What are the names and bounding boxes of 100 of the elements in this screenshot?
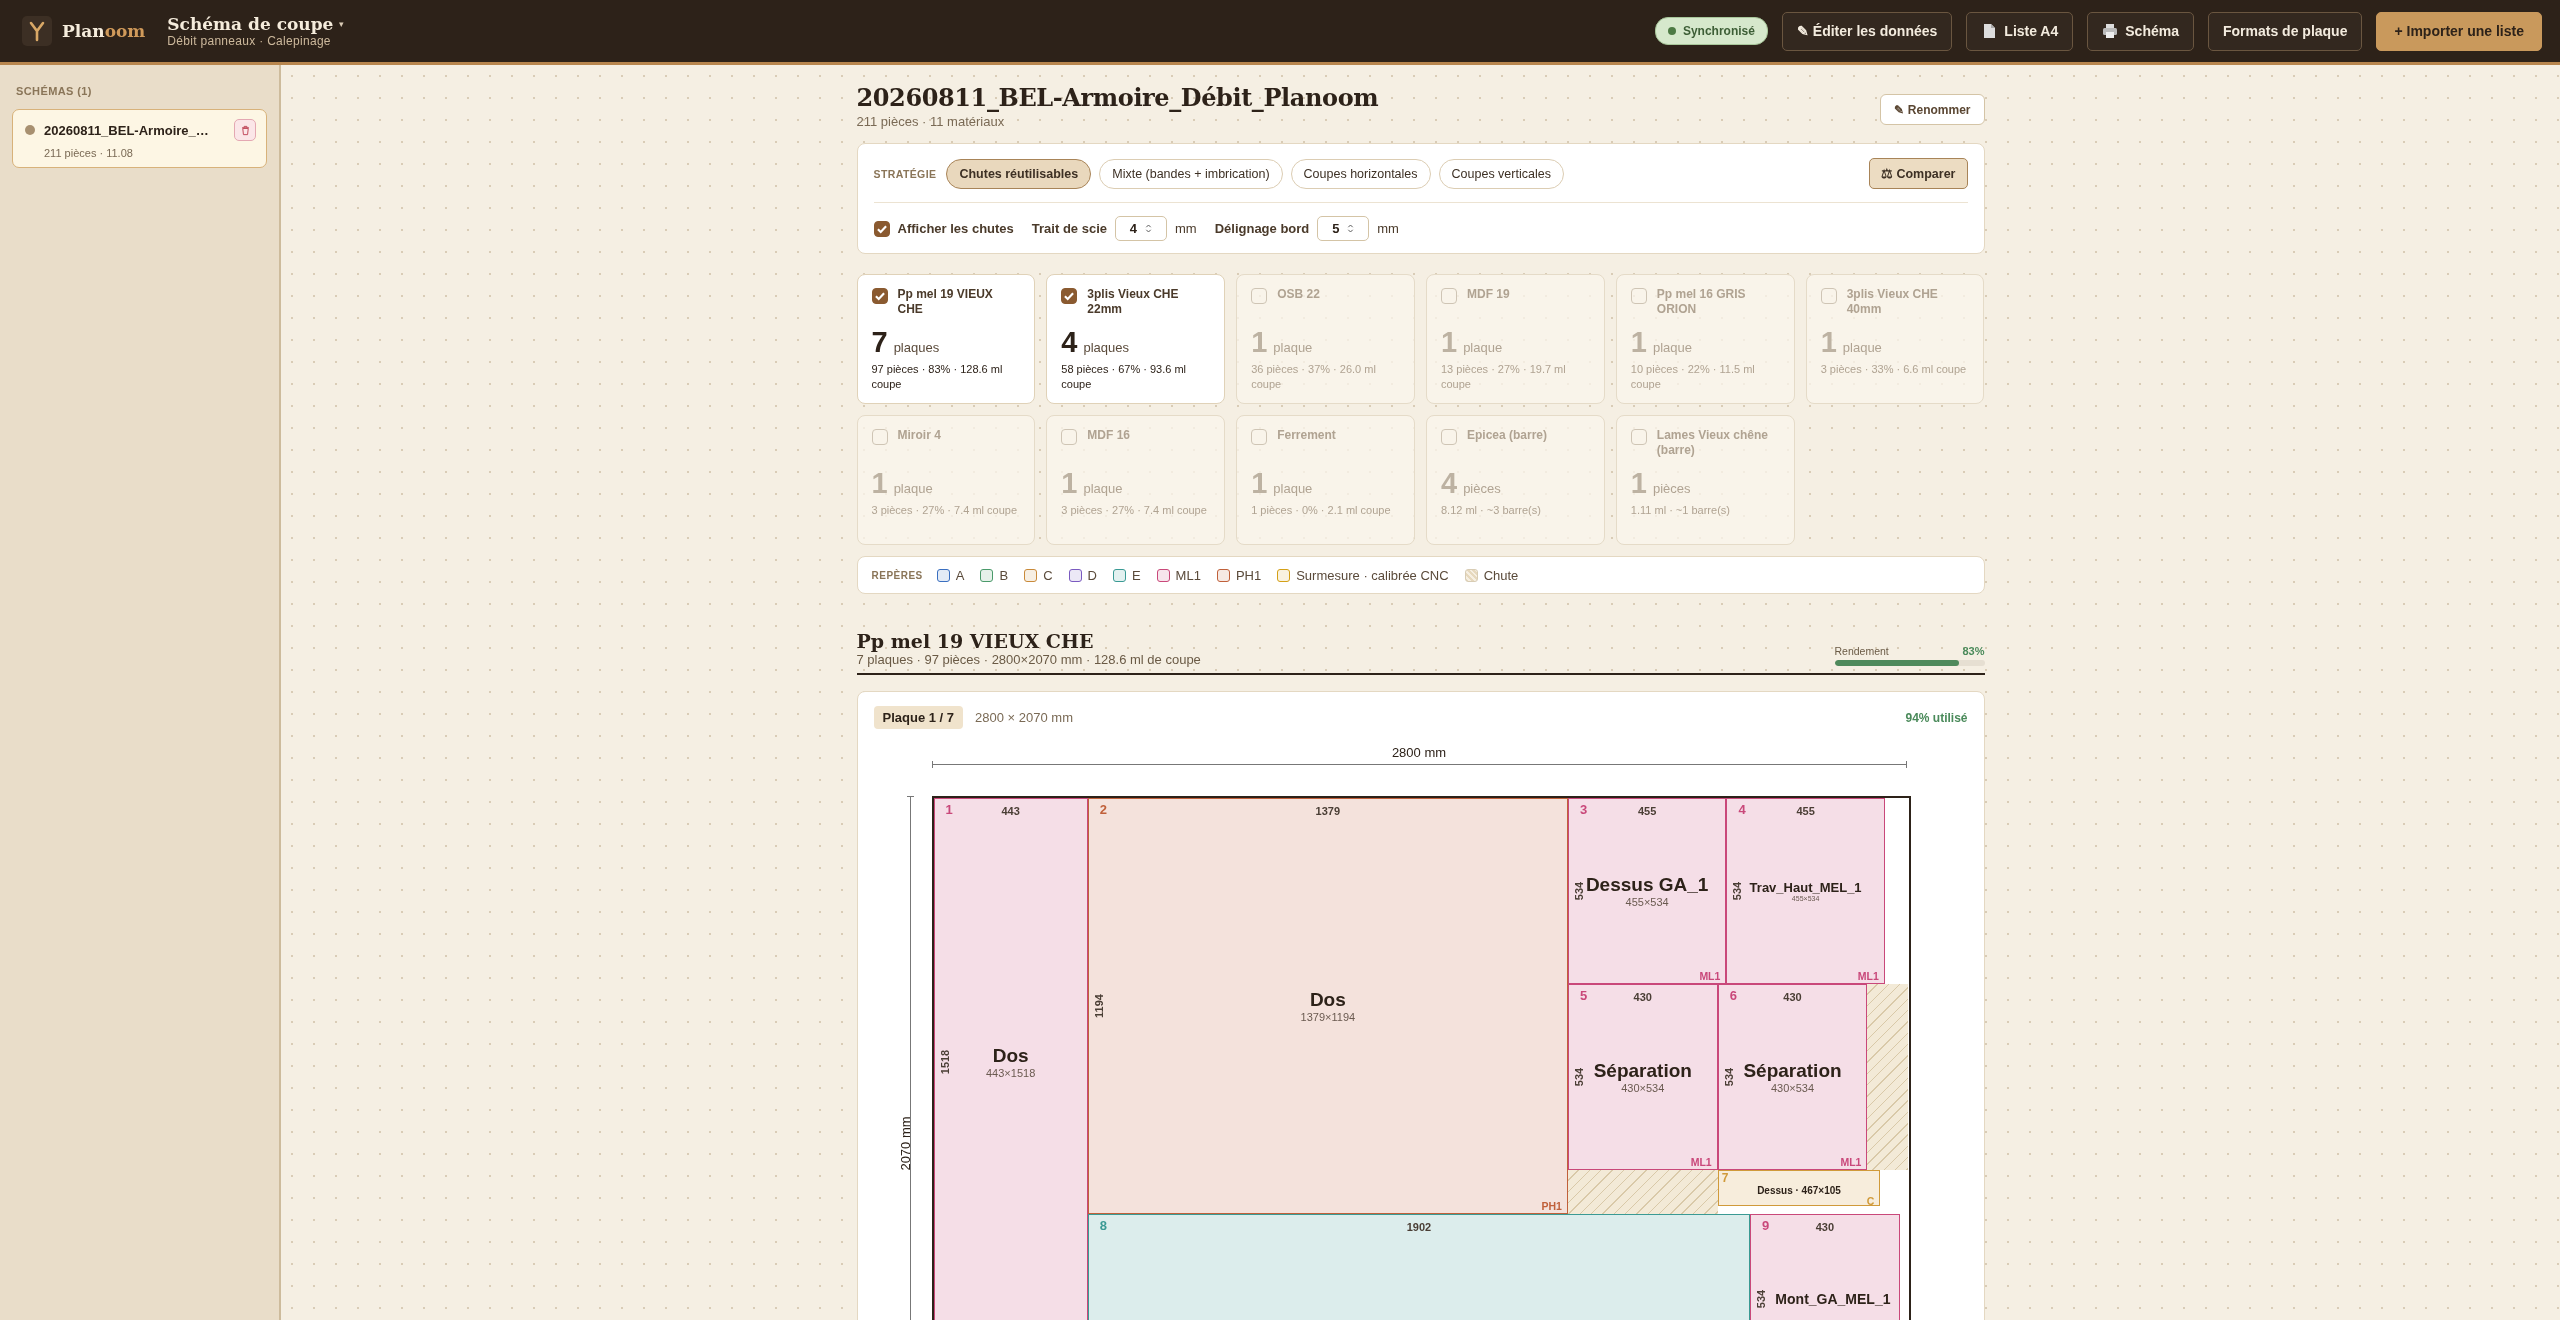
- checkbox[interactable]: [1820, 288, 1837, 304]
- toolbar-button[interactable]: Formats de plaque: [2208, 11, 2363, 51]
- strategy-tab[interactable]: Mixte (bandes + imbrication): [1099, 158, 1283, 189]
- checkbox[interactable]: [1061, 429, 1078, 445]
- material-card[interactable]: Pp mel 19 VIEUX CHE 7 plaques 97 pièces · 83% · 128.6 ml coupe: [856, 274, 1036, 404]
- piece-width: 455: [1796, 805, 1815, 817]
- compare-button[interactable]: ⚖ Comparer: [1868, 158, 1968, 189]
- piece-tag: ML1: [1840, 1155, 1862, 1168]
- section-title: Pp mel 19 VIEUX CHE: [856, 630, 1095, 652]
- app-subtitle: Débit panneaux · Calepinage: [167, 34, 332, 48]
- material-stats: 3 pièces · 27% · 7.4 ml coupe: [1061, 503, 1208, 518]
- material-name: Miroir 4: [897, 428, 941, 443]
- piece-height: 1518: [938, 1050, 951, 1075]
- option-label: Délignage bord: [1214, 221, 1310, 236]
- rename-button[interactable]: ✎ Renommer: [1880, 94, 1985, 125]
- sheet-count: 1: [871, 467, 888, 500]
- checkbox[interactable]: [1441, 429, 1457, 445]
- checkbox[interactable]: [1630, 429, 1647, 445]
- legend-label: PH1: [1235, 567, 1262, 583]
- sheet-count: 1: [1251, 467, 1268, 500]
- legend-label: Surmesure · calibrée CNC: [1296, 567, 1449, 583]
- piece-dimensions: 455×534: [1625, 895, 1669, 908]
- piece-width: 430: [1783, 990, 1802, 1003]
- material-stats: 36 pièces · 37% · 26.0 ml coupe: [1251, 362, 1377, 392]
- strategy-tab[interactable]: Coupes verticales: [1438, 158, 1564, 189]
- material-stats: 3 pièces · 33% · 6.6 ml coupe: [1820, 362, 1968, 377]
- checkbox[interactable]: [1061, 288, 1078, 304]
- piece-dimensions: 430×534: [1621, 1081, 1665, 1094]
- option-label: Afficher les chutes: [897, 221, 1014, 236]
- sheet-count: 1: [1820, 326, 1837, 359]
- piece-name: Dessus GA_1: [1585, 873, 1709, 896]
- piece-height: 1194: [1092, 993, 1105, 1018]
- sheet-count: 1: [1251, 326, 1268, 359]
- material-stats: 97 pièces · 83% · 128.6 ml coupe: [871, 362, 1004, 392]
- strategy-tab[interactable]: Chutes réutilisables: [946, 158, 1092, 189]
- piece-width: 430: [1815, 1220, 1835, 1233]
- piece-width: 1902: [1406, 1220, 1432, 1233]
- material-name: MDF 16: [1087, 428, 1130, 443]
- sheet-count: 1: [1630, 326, 1647, 359]
- count-unit: pièces: [1463, 481, 1501, 496]
- caret-icon[interactable]: ▾: [339, 19, 345, 29]
- logo-text: Planoom: [62, 21, 146, 41]
- sheet-count: 1: [1061, 467, 1078, 500]
- count-unit: plaque: [1652, 340, 1692, 355]
- usage-label: 94% utilisé: [1905, 710, 1968, 725]
- toolbar-button[interactable]: + Importer une liste: [2376, 11, 2542, 51]
- hatch-swatch: [1464, 568, 1478, 582]
- unit-label: mm: [1377, 221, 1399, 236]
- piece-dimensions: 1379×1194: [1300, 1010, 1356, 1023]
- toolbar-button[interactable]: Liste A4: [1966, 11, 2074, 51]
- strategy-tab[interactable]: Coupes horizontales: [1290, 158, 1431, 189]
- material-name: MDF 19: [1467, 287, 1510, 302]
- legend-heading: REPÈRES: [871, 569, 923, 581]
- piece-height: 534: [1755, 1289, 1768, 1308]
- checkbox[interactable]: [873, 220, 890, 237]
- yield-label: Rendement: [1834, 645, 1889, 657]
- sheet-count: 1: [1630, 467, 1647, 500]
- piece-name: Trav_Haut_MEL_1: [1749, 879, 1862, 895]
- app-title: Schéma de coupe: [167, 14, 334, 34]
- schema-item[interactable]: 20260811_BEL-Armoire_… 211 pièces · 11.08: [12, 109, 267, 168]
- delete-button[interactable]: [234, 119, 256, 141]
- material-stats: 1.11 ml · ~1 barre(s): [1630, 503, 1731, 518]
- checkbox[interactable]: [1441, 288, 1457, 304]
- count-unit: plaque: [1273, 481, 1313, 496]
- toolbar-button[interactable]: ✎ Éditer les données: [1781, 11, 1953, 51]
- toolbar-button[interactable]: Schéma: [2087, 11, 2194, 51]
- piece-width: 1379: [1315, 805, 1341, 817]
- checkbox[interactable]: [1251, 429, 1268, 445]
- checkbox[interactable]: [1630, 288, 1647, 304]
- checkbox[interactable]: [1251, 288, 1268, 304]
- piece-number: 1: [945, 802, 953, 817]
- count-unit: plaques: [893, 340, 940, 355]
- spinner-icon[interactable]: [1145, 223, 1153, 234]
- strategy-label: STRATÉGIE: [873, 167, 937, 180]
- count-unit: plaque: [893, 481, 933, 496]
- piece-height: 534: [1572, 881, 1585, 901]
- legend-label: C: [1043, 567, 1053, 583]
- count-unit: plaques: [1083, 340, 1129, 355]
- number-field[interactable]: 4: [1115, 216, 1167, 241]
- section-meta: 7 plaques · 97 pièces · 2800×2070 mm · 128.6 ml de coupe: [856, 652, 1201, 667]
- piece-name: Dessus · 467×105: [1757, 1184, 1841, 1196]
- number-field[interactable]: 5: [1317, 216, 1370, 241]
- yield-value: 83%: [1962, 645, 1985, 657]
- piece-number: 2: [1099, 802, 1107, 817]
- material-name: Ferrement: [1277, 428, 1336, 443]
- material-card[interactable]: 3plis Vieux CHE 22mm 4 plaques 58 pièces · 67% · 93.6 ml coupe: [1046, 274, 1226, 404]
- document-icon: [1981, 23, 1998, 39]
- piece-tag: C: [1866, 1195, 1875, 1208]
- option-label: Trait de scie: [1031, 221, 1107, 236]
- legend-label: D: [1087, 567, 1097, 583]
- piece-number: 7: [1721, 1170, 1729, 1185]
- sheet-count: 4: [1441, 467, 1458, 500]
- piece-tag: PH1: [1541, 1199, 1562, 1212]
- checkbox[interactable]: [871, 288, 888, 304]
- sheet-count: 1: [1441, 326, 1458, 359]
- height-label: 2070 mm: [897, 1116, 913, 1171]
- spinner-icon[interactable]: [1347, 223, 1355, 234]
- checkbox[interactable]: [871, 429, 888, 445]
- piece-width: 430: [1633, 990, 1652, 1003]
- piece-width: 443: [1001, 805, 1020, 817]
